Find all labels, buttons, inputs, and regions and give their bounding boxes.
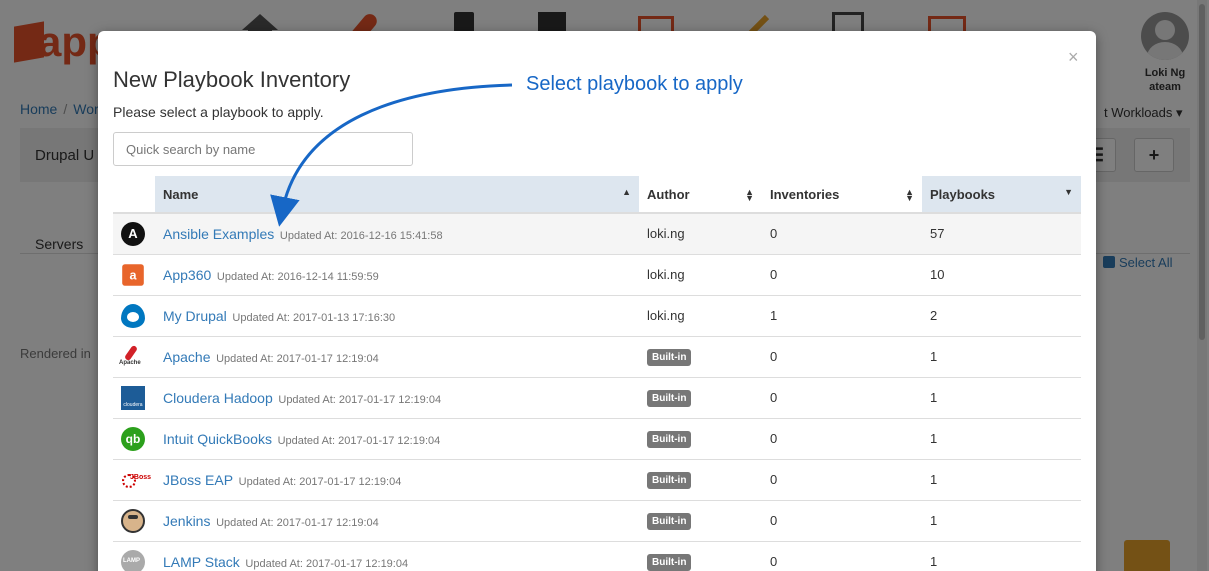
inventories-cell: 0 — [762, 335, 922, 377]
playbook-modal: × New Playbook Inventory Please select a… — [98, 31, 1096, 571]
quickbooks-icon: qb — [121, 426, 145, 451]
table-row[interactable]: a App360 Updated At: 2016-12-14 11:59:59… — [113, 253, 1081, 295]
playbooks-cell: 2 — [922, 294, 1081, 336]
updated-at: Updated At: 2017-01-17 12:19:04 — [216, 352, 379, 365]
name-column-header[interactable]: Name ▲ — [155, 176, 639, 214]
icon-column-header — [113, 176, 155, 214]
table-row[interactable]: LAMP Stack Updated At: 2017-01-17 12:19:… — [113, 540, 1081, 571]
built-in-badge: Built-in — [647, 430, 692, 448]
inventories-cell: 0 — [762, 499, 922, 541]
table-row[interactable]: Jenkins Updated At: 2017-01-17 12:19:04 … — [113, 499, 1081, 541]
playbooks-cell: 1 — [922, 376, 1081, 418]
updated-at: Updated At: 2017-01-17 12:19:04 — [277, 434, 441, 447]
jboss-icon — [121, 468, 151, 492]
updated-at: Updated At: 2017-01-17 12:19:04 — [216, 516, 379, 529]
apache-icon — [119, 345, 143, 369]
modal-subtitle: Please select a playbook to apply. — [113, 104, 324, 120]
playbook-name-link[interactable]: App360 — [163, 267, 211, 283]
updated-at: Updated At: 2017-01-17 12:19:04 — [245, 557, 409, 570]
inventories-column-header[interactable]: Inventories ▲ ▼ — [762, 176, 922, 214]
built-in-badge: Built-in — [647, 553, 692, 571]
table-row[interactable]: Apache Updated At: 2017-01-17 12:19:04 B… — [113, 335, 1081, 377]
playbooks-cell: 1 — [922, 540, 1081, 571]
playbook-table: Name ▲ Author ▲ ▼ Inventories ▲ ▼ Playbooks ▼ … — [113, 176, 1081, 571]
built-in-badge: Built-in — [647, 348, 692, 366]
playbooks-cell: 10 — [922, 253, 1081, 295]
playbook-name-link[interactable]: Cloudera Hadoop — [163, 390, 273, 406]
sort-icon: ▲ ▼ — [905, 187, 914, 203]
cloudera-icon: cloudera — [121, 385, 145, 410]
inventories-cell: 0 — [762, 212, 922, 254]
playbooks-cell: 1 — [922, 458, 1081, 500]
jenkins-icon — [121, 508, 145, 533]
inventories-cell: 0 — [762, 376, 922, 418]
author-cell: Built-in — [639, 458, 762, 500]
updated-at: Updated At: 2017-01-13 17:16:30 — [232, 311, 396, 324]
table-header-row: Name ▲ Author ▲ ▼ Inventories ▲ ▼ Playbooks ▼ — [113, 176, 1081, 214]
author-cell: Built-in — [639, 417, 762, 459]
updated-at: Updated At: 2017-01-17 12:19:04 — [278, 393, 442, 406]
playbook-name-link[interactable]: My Drupal — [163, 308, 227, 324]
playbook-name-link[interactable]: Ansible Examples — [163, 226, 274, 242]
author-cell: Built-in — [639, 499, 762, 541]
built-in-badge: Built-in — [647, 471, 692, 489]
author-cell: loki.ng — [639, 253, 762, 295]
author-cell: Built-in — [639, 335, 762, 377]
inventories-cell: 0 — [762, 417, 922, 459]
playbook-name-link[interactable]: LAMP Stack — [163, 554, 240, 570]
close-icon[interactable]: × — [1068, 47, 1079, 68]
author-cell: loki.ng — [639, 294, 762, 336]
built-in-badge: Built-in — [647, 512, 692, 530]
updated-at: Updated At: 2016-12-14 11:59:59 — [216, 270, 379, 283]
playbook-name-link[interactable]: Intuit QuickBooks — [163, 431, 272, 447]
author-cell: Built-in — [639, 540, 762, 571]
table-row[interactable]: My Drupal Updated At: 2017-01-13 17:16:3… — [113, 294, 1081, 336]
drupal-icon — [121, 303, 145, 328]
author-column-header[interactable]: Author ▲ ▼ — [639, 176, 762, 214]
updated-at: Updated At: 2017-01-17 12:19:04 — [238, 475, 402, 488]
playbooks-cell: 1 — [922, 499, 1081, 541]
table-row[interactable]: qb Intuit QuickBooks Updated At: 2017-01… — [113, 417, 1081, 459]
updated-at: Updated At: 2016-12-16 15:41:58 — [279, 229, 443, 242]
app360-icon: a — [122, 263, 144, 286]
playbooks-cell: 1 — [922, 335, 1081, 377]
sort-icon: ▲ ▼ — [745, 187, 754, 203]
playbook-name-link[interactable]: Jenkins — [163, 513, 210, 529]
playbooks-cell: 1 — [922, 417, 1081, 459]
modal-title: New Playbook Inventory — [113, 67, 351, 92]
inventories-cell: 0 — [762, 540, 922, 571]
inventories-cell: 1 — [762, 294, 922, 336]
playbook-name-link[interactable]: JBoss EAP — [163, 472, 233, 488]
sort-asc-icon: ▲ — [622, 187, 631, 197]
table-row[interactable]: cloudera Cloudera Hadoop Updated At: 201… — [113, 376, 1081, 418]
table-row[interactable]: A Ansible Examples Updated At: 2016-12-1… — [113, 212, 1081, 254]
built-in-badge: Built-in — [647, 389, 692, 407]
inventories-cell: 0 — [762, 253, 922, 295]
sort-desc-icon: ▼ — [1064, 187, 1073, 197]
table-row[interactable]: JBoss EAP Updated At: 2017-01-17 12:19:0… — [113, 458, 1081, 500]
author-cell: Built-in — [639, 376, 762, 418]
inventories-cell: 0 — [762, 458, 922, 500]
annotation-label: Select playbook to apply — [526, 73, 743, 95]
author-cell: loki.ng — [639, 212, 762, 254]
playbooks-cell: 57 — [922, 212, 1081, 254]
ansible-icon: A — [121, 221, 145, 246]
lamp-icon — [121, 549, 145, 571]
search-input[interactable] — [113, 132, 413, 166]
playbooks-column-header[interactable]: Playbooks ▼ — [922, 176, 1081, 214]
playbook-name-link[interactable]: Apache — [163, 349, 210, 365]
